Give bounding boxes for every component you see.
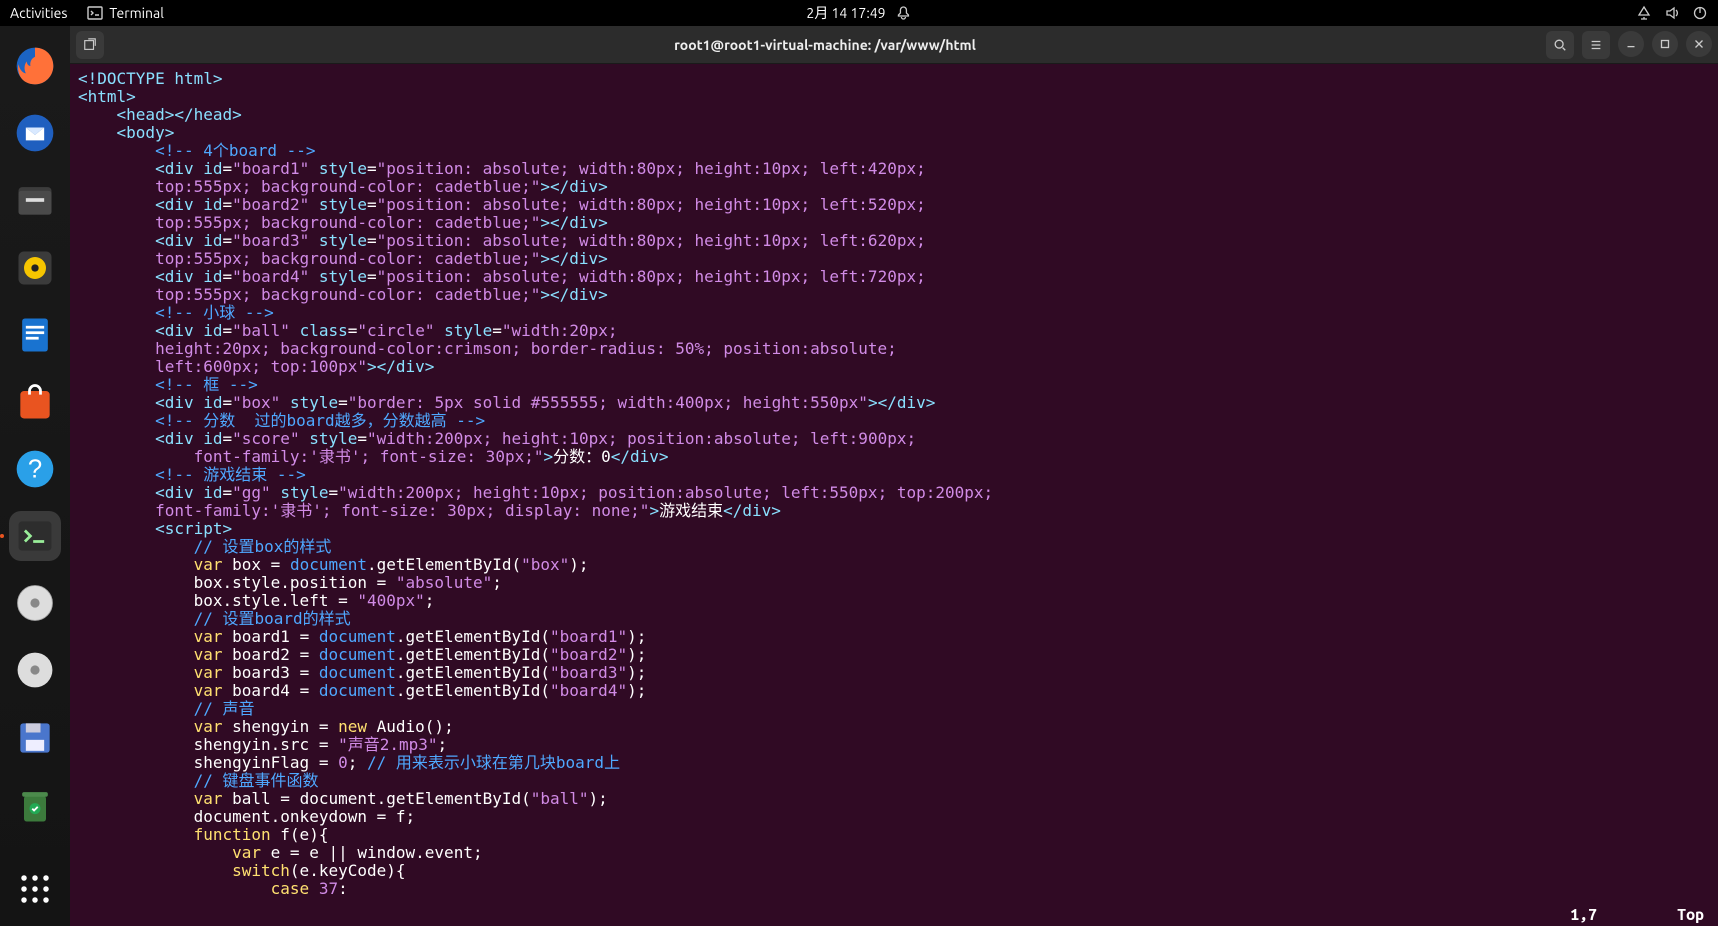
dock-help[interactable]: ? [9, 444, 61, 494]
notification-bell-icon[interactable] [896, 5, 912, 21]
code-content: <!DOCTYPE html> <html> <head></head> <bo… [78, 70, 1710, 898]
music-icon [13, 246, 57, 290]
vim-statusbar: 1,7 Top [1570, 906, 1704, 924]
terminal-icon [87, 5, 103, 21]
app-menu-label: Terminal [109, 5, 164, 21]
close-icon [1692, 37, 1706, 51]
apps-grid-icon [13, 867, 57, 911]
terminal-window: root1@root1-virtual-machine: /var/www/ht… [70, 26, 1718, 926]
clock[interactable]: 2月 14 17:49 [806, 3, 885, 23]
menu-button[interactable] [1582, 31, 1610, 59]
window-title: root1@root1-virtual-machine: /var/www/ht… [112, 37, 1538, 53]
dock-apps-grid[interactable] [9, 864, 61, 914]
dock-trash[interactable] [9, 780, 61, 830]
close-button[interactable] [1686, 31, 1712, 57]
scroll-indicator: Top [1677, 906, 1704, 924]
minimize-button[interactable] [1618, 31, 1644, 57]
network-icon[interactable] [1636, 5, 1652, 21]
trash-icon [13, 783, 57, 827]
gg-text: 游戏结束 [659, 501, 723, 520]
score-text: 分数：0 [553, 447, 611, 466]
thunderbird-icon [13, 111, 57, 155]
disc-icon [13, 648, 57, 692]
cursor-position: 1,7 [1570, 906, 1597, 924]
dock-firefox[interactable] [9, 41, 61, 91]
new-tab-icon [83, 38, 97, 52]
dock-files[interactable] [9, 175, 61, 225]
window-titlebar: root1@root1-virtual-machine: /var/www/ht… [70, 26, 1718, 64]
activities-button[interactable]: Activities [10, 5, 67, 21]
ubuntu-dock: ? [0, 26, 70, 926]
search-icon [1553, 38, 1567, 52]
dock-thunderbird[interactable] [9, 108, 61, 158]
minimize-icon [1624, 37, 1638, 51]
maximize-button[interactable] [1652, 31, 1678, 57]
app-menu[interactable]: Terminal [87, 5, 164, 21]
terminal-app-icon [13, 514, 57, 558]
document-icon [13, 313, 57, 357]
volume-icon[interactable] [1664, 5, 1680, 21]
svg-text:?: ? [28, 455, 42, 483]
dock-disc2[interactable] [9, 645, 61, 695]
search-button[interactable] [1546, 31, 1574, 59]
dock-rhythmbox[interactable] [9, 242, 61, 292]
floppy-icon [13, 716, 57, 760]
hamburger-icon [1589, 38, 1603, 52]
gnome-top-panel: Activities Terminal 2月 14 17:49 [0, 0, 1718, 26]
files-icon [13, 178, 57, 222]
editor-viewport[interactable]: <!DOCTYPE html> <html> <head></head> <bo… [70, 64, 1718, 926]
firefox-icon [13, 44, 57, 88]
dock-disc1[interactable] [9, 578, 61, 628]
help-icon: ? [13, 447, 57, 491]
power-icon[interactable] [1692, 5, 1708, 21]
new-tab-button[interactable] [76, 31, 104, 59]
shopping-bag-icon [13, 380, 57, 424]
dock-disk[interactable] [9, 713, 61, 763]
dock-terminal[interactable] [9, 511, 61, 561]
dock-software[interactable] [9, 377, 61, 427]
maximize-icon [1658, 37, 1672, 51]
disc-icon [13, 581, 57, 625]
dock-writer[interactable] [9, 310, 61, 360]
